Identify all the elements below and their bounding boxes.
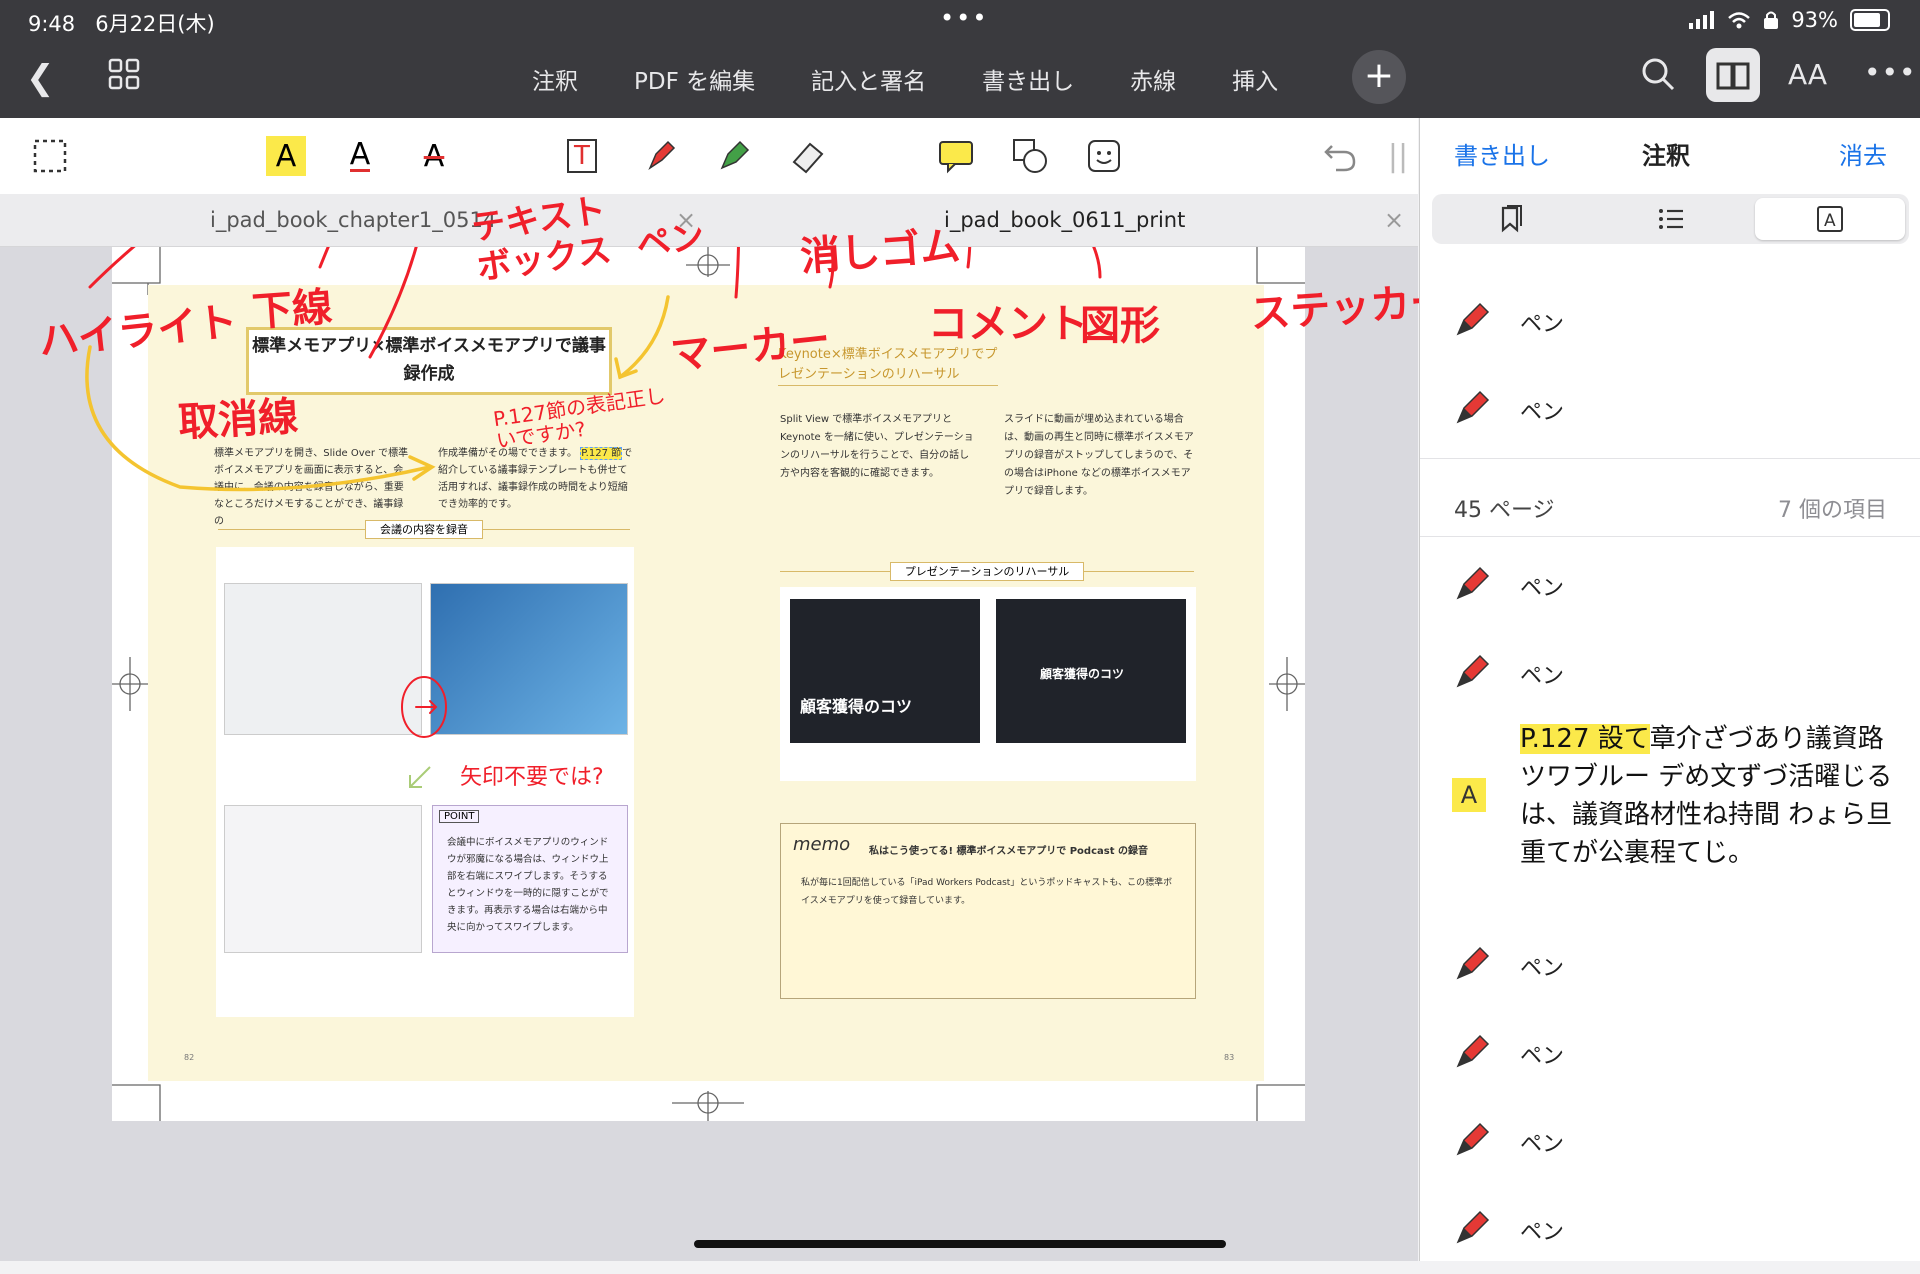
pen-icon[interactable] xyxy=(640,136,680,176)
signal-icon xyxy=(1689,11,1715,29)
annotation-sidebar: 書き出し 注釈 消去 A ペン ペン 45 ページ 7 個の項目 ペン ペン A… xyxy=(1419,118,1920,1261)
pen-icon xyxy=(1456,1122,1490,1156)
shape-icon[interactable] xyxy=(1010,136,1050,176)
bookmark-icon xyxy=(1501,205,1522,233)
page-group-label: 45 ページ xyxy=(1454,498,1555,523)
divider xyxy=(1420,458,1920,459)
annotation-item[interactable]: ペン xyxy=(1420,1010,1920,1098)
sticker-icon[interactable] xyxy=(1084,136,1124,176)
page-group-header: 45 ページ 7 個の項目 xyxy=(1420,474,1920,536)
tab-print[interactable]: i_pad_book_0611_print xyxy=(944,194,1185,246)
sidebar-header: 書き出し 注釈 消去 xyxy=(1420,118,1920,194)
annotation-item[interactable]: ペン xyxy=(1420,542,1920,630)
add-button[interactable]: + xyxy=(1352,50,1406,104)
page-group-count: 7 個の項目 xyxy=(1778,498,1887,523)
ink-note-arrow: 矢印不要では? xyxy=(460,765,604,790)
annotation-toolbar: A A A T || xyxy=(0,118,1418,195)
ink-label-shape: 図形 xyxy=(1080,303,1160,349)
pen-icon xyxy=(1456,1034,1490,1068)
lock-rotation-icon xyxy=(1764,11,1779,29)
document-tabs: i_pad_book_chapter1_0514 × i_pad_book_06… xyxy=(0,194,1418,247)
highlight-icon[interactable]: A xyxy=(266,136,306,176)
menu-annotate[interactable]: 注釈 xyxy=(532,62,578,96)
strikethrough-icon[interactable]: A xyxy=(414,136,454,176)
highlight-a-icon: A xyxy=(1452,778,1486,812)
wifi-icon xyxy=(1728,12,1751,29)
top-toolbar: ❮ 注釈 PDF を編集 記入と署名 書き出し 赤線 挿入 + AA ••• xyxy=(0,40,1920,118)
outline-tab[interactable] xyxy=(1596,198,1746,240)
back-chevron-icon[interactable]: ❮ xyxy=(26,58,55,98)
drag-handle-icon[interactable]: || xyxy=(1378,136,1418,176)
status-bar: 9:48 6月22日(木) ••• 93% xyxy=(0,0,1920,40)
annotation-item[interactable]: ペン xyxy=(1420,630,1920,718)
svg-text:A: A xyxy=(1824,211,1836,231)
sidebar-segmented-control: A xyxy=(1432,194,1909,244)
annotation-item[interactable]: ペン xyxy=(1420,922,1920,1010)
eraser-icon[interactable] xyxy=(788,136,828,176)
search-icon[interactable] xyxy=(1640,56,1676,92)
list-icon xyxy=(1659,209,1683,229)
annotation-item[interactable]: ペン xyxy=(1420,278,1920,366)
status-time: 9:48 6月22日(木) xyxy=(28,12,215,36)
pen-icon xyxy=(1456,302,1490,336)
sidebar-title: 注釈 xyxy=(1642,142,1690,170)
bookmarks-tab[interactable] xyxy=(1436,198,1586,240)
more-icon[interactable]: ••• xyxy=(1864,56,1917,89)
pen-icon xyxy=(1456,390,1490,424)
menu-edit-pdf[interactable]: PDF を編集 xyxy=(634,62,755,96)
menu-export[interactable]: 書き出し xyxy=(982,62,1074,96)
status-indicators: 93% xyxy=(1689,8,1890,32)
home-indicator[interactable] xyxy=(694,1240,1226,1248)
ink-label-underline: 下線 xyxy=(250,284,334,336)
annotation-item[interactable]: ペン xyxy=(1420,1098,1920,1186)
annotation-a-icon: A xyxy=(1817,206,1843,232)
ink-label-pen: ペン xyxy=(634,216,707,266)
pen-icon xyxy=(1456,566,1490,600)
annotation-highlight-item[interactable]: A P.127 設て章介ざづあり議資路ツワブルー デめ文ずづ活曜じるは、議資路材… xyxy=(1420,720,1920,940)
annotations-tab[interactable]: A xyxy=(1755,198,1905,240)
pen-icon xyxy=(1456,946,1490,980)
document-viewer[interactable]: 標準メモアプリ×標準ボイスメモアプリで議事録作成 標準メモアプリを開き、Slid… xyxy=(0,190,1452,1261)
multitasking-icon[interactable]: ••• xyxy=(940,4,988,32)
annotation-item[interactable]: ペン xyxy=(1420,366,1920,454)
pen-icon xyxy=(1456,654,1490,688)
ink-label-strike: 取消線 xyxy=(177,393,300,447)
tab-chapter1[interactable]: i_pad_book_chapter1_0514 xyxy=(210,194,496,246)
divider xyxy=(1420,536,1920,537)
textbox-icon[interactable]: T xyxy=(562,136,602,176)
sidebar-export-button[interactable]: 書き出し xyxy=(1454,136,1550,171)
menu-fill-sign[interactable]: 記入と署名 xyxy=(811,62,926,96)
menu-insert[interactable]: 挿入 xyxy=(1232,62,1278,96)
battery-percent: 93% xyxy=(1791,8,1838,32)
menu-redline[interactable]: 赤線 xyxy=(1130,62,1176,96)
pen-icon xyxy=(1456,1210,1490,1244)
comment-icon[interactable] xyxy=(936,136,976,176)
ink-label-comment: コメント xyxy=(928,301,1088,347)
reading-mode-button[interactable] xyxy=(1706,48,1760,102)
ink-label-eraser: 消しゴム xyxy=(798,223,962,281)
underline-icon[interactable]: A xyxy=(340,136,380,176)
grid-view-icon[interactable] xyxy=(108,58,140,90)
text-size-button[interactable]: AA xyxy=(1788,58,1827,91)
marker-icon[interactable] xyxy=(714,136,754,176)
book-icon xyxy=(1716,62,1750,90)
sidebar-clear-button[interactable]: 消去 xyxy=(1839,136,1887,171)
tab-close-icon[interactable]: × xyxy=(1384,194,1404,246)
highlight-note-text: P.127 設て章介ざづあり議資路ツワブルー デめ文ずづ活曜じるは、議資路材性ね… xyxy=(1520,724,1893,868)
undo-icon[interactable] xyxy=(1320,136,1360,176)
battery-icon xyxy=(1850,9,1890,31)
selection-icon[interactable] xyxy=(30,136,70,176)
mode-menu: 注釈 PDF を編集 記入と署名 書き出し 赤線 挿入 xyxy=(532,62,1278,96)
